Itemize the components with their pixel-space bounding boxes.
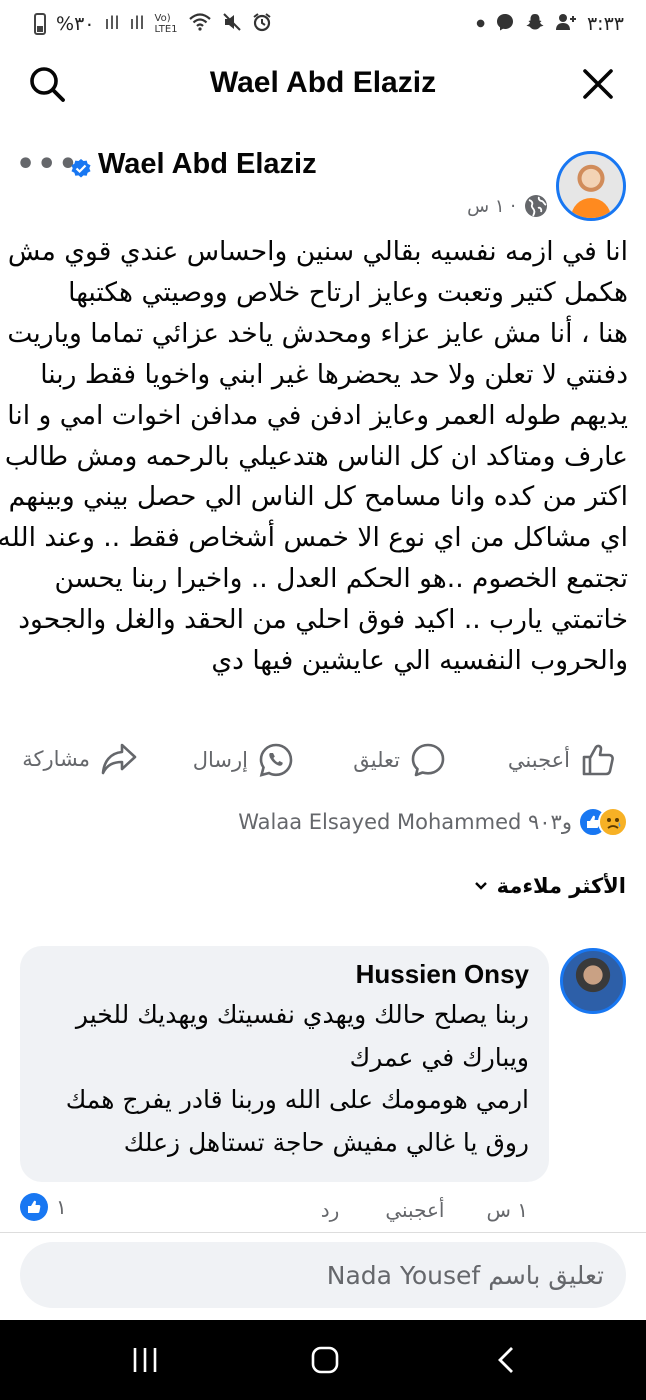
comment-sort-dropdown[interactable]: الأكثر ملاءمة (473, 874, 626, 898)
post-line: اكتر من كده وانا مسامح كل الناس الي حصل … (8, 481, 628, 513)
comment-like-button[interactable]: أعجبني (385, 1198, 444, 1222)
battery-icon (34, 13, 46, 35)
send-label: إرسال (192, 748, 248, 772)
home-icon (311, 1346, 339, 1374)
comment-reaction-count: ١ (56, 1195, 67, 1219)
chevron-down-icon (474, 882, 487, 890)
comment-icon (411, 743, 445, 777)
post-actions: أعجبني تعليق إرسال مشاركة (0, 738, 646, 788)
post-author-name[interactable]: Wael Abd Elaziz (98, 148, 317, 181)
close-button[interactable] (576, 62, 620, 106)
like-reaction-icon (20, 1193, 48, 1221)
snapchat-icon (525, 12, 545, 36)
comment-line: ربنا يصلح حالك ويهدي نفسيتك ويهديك للخير (75, 1000, 529, 1029)
share-icon (101, 743, 137, 775)
divider (0, 1232, 646, 1233)
recent-apps-button[interactable] (115, 1340, 175, 1380)
post-header: ••• Wael Abd Elaziz ١ س · (0, 148, 646, 228)
page-title: Wael Abd Elaziz (209, 66, 437, 99)
status-time: ٣:٣٣ (586, 13, 624, 35)
comment-reply-button[interactable]: رد (321, 1198, 340, 1222)
comment-meta: ١ س أعجبني رد (321, 1198, 528, 1222)
status-bar: %٣٠ ıll ıll Vo) LTE1 ● ٣:٣٣ (0, 0, 646, 48)
close-icon (583, 69, 613, 99)
reactions-count: Walaa Elsayed Mohammed و٩٠٣ (238, 810, 572, 834)
comment-button[interactable]: تعليق (353, 742, 446, 778)
post-line: انا في ازمه نفسيه بقالي سنين واحساس عندي… (7, 236, 628, 267)
search-button[interactable] (25, 62, 69, 106)
mute-icon (222, 12, 242, 36)
thumbs-up-icon (582, 744, 614, 776)
post-line: خاتمتي يارب .. اكيد فوق احلي من الحقد وا… (18, 604, 628, 636)
signal-icon: ıll (104, 13, 120, 34)
comment-label: تعليق (353, 748, 400, 772)
comment-line: ويبارك في عمرك (349, 1042, 529, 1072)
comment-bubble: Hussien Onsy ربنا يصلح حالك ويهدي نفسيتك… (20, 946, 549, 1182)
comment-line: روق يا غالي مفيش حاجة تستاهل زعلك (123, 1127, 529, 1157)
status-bar-right: ● ٣:٣٣ (476, 12, 624, 36)
post-line: هنا ، أنا مش عايز عزاء ومحدش ياخد عزائي … (7, 317, 628, 349)
back-icon (498, 1347, 513, 1373)
whatsapp-icon (259, 743, 293, 777)
search-icon (30, 67, 65, 102)
comment-input[interactable]: تعليق باسم Nada Yousef (20, 1242, 626, 1308)
signal-icon-2: ıll (129, 13, 145, 34)
post-line: اي مشاكل من اي نوع الا خمس أشخاص فقط .. … (0, 522, 628, 554)
reaction-icons (576, 806, 628, 838)
wifi-icon (188, 12, 212, 36)
add-user-icon (555, 12, 577, 36)
post-line: هكمل كتير وتعبت وعايز ارتاح خلاص ووصيتي … (68, 276, 628, 308)
sad-reaction-icon (598, 807, 628, 837)
post-line: والحروب النفسيه الي عايشين فيها دي (211, 645, 628, 677)
comment-reactions[interactable]: ١ (20, 1193, 67, 1221)
post-line: تجتمع الخصوم ..هو الحكم العدل .. واخيرا … (54, 563, 628, 595)
volte-icon: Vo) LTE1 (154, 13, 178, 35)
status-bar-left: %٣٠ ıll ıll Vo) LTE1 (34, 12, 272, 36)
alarm-icon (252, 12, 272, 36)
post-text: انا في ازمه نفسيه بقالي سنين واحساس عندي… (0, 232, 628, 682)
home-button[interactable] (295, 1340, 355, 1380)
like-button[interactable]: أعجبني (508, 742, 616, 778)
notification-dot-icon: ● (476, 18, 485, 29)
commenter-name[interactable]: Hussien Onsy (34, 958, 529, 990)
top-header: Wael Abd Elaziz (0, 48, 646, 118)
reactions-summary[interactable]: Walaa Elsayed Mohammed و٩٠٣ (238, 806, 628, 838)
messenger-icon (495, 12, 515, 36)
post-line: يديهم طوله العمر وعايز ادفن في مدافن اخو… (7, 399, 628, 431)
post-line: دفنتي لا تعلن ولا حد يحضرها غير ابني واخ… (40, 358, 628, 390)
like-label: أعجبني (507, 748, 570, 772)
recent-apps-icon (133, 1348, 157, 1372)
battery-percent: %٣٠ (56, 13, 95, 35)
comment-input-placeholder: تعليق باسم Nada Yousef (326, 1260, 604, 1290)
commenter-avatar[interactable] (560, 948, 626, 1014)
post-line: عارف ومتاكد ان كل الناس هتدعيلي بالرحمه … (4, 440, 628, 472)
post-meta: ١ س · (467, 194, 548, 218)
globe-icon (525, 195, 547, 217)
share-label: مشاركة (22, 747, 90, 771)
post-time[interactable]: ١ س · (467, 196, 516, 217)
comment-line: ارمي هومومك على الله وربنا قادر يفرج همك (65, 1085, 529, 1114)
verified-badge-icon (71, 159, 91, 178)
author-avatar[interactable] (556, 151, 626, 221)
system-nav-bar (0, 1320, 646, 1400)
share-button[interactable]: مشاركة (22, 742, 138, 776)
comment-time: ١ س (486, 1198, 528, 1222)
send-button[interactable]: إرسال (193, 742, 294, 778)
sort-label: الأكثر ملاءمة (496, 874, 626, 898)
comment-text: ربنا يصلح حالك ويهدي نفسيتك ويهديك للخير… (34, 994, 529, 1164)
back-button[interactable] (476, 1340, 536, 1380)
